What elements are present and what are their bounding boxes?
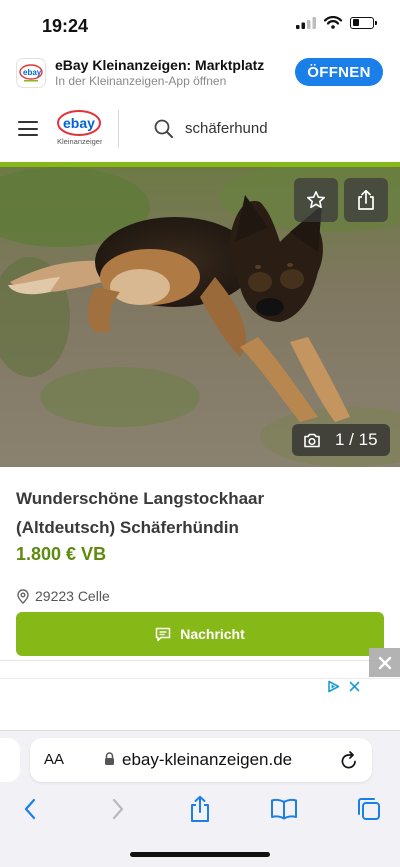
- listing-location: 29223 Celle: [17, 588, 110, 604]
- address-bar[interactable]: AA ebay-kleinanzeigen.de: [30, 738, 372, 782]
- location-pin-icon: [17, 588, 29, 604]
- location-text: 29223 Celle: [35, 588, 110, 604]
- chevron-right-icon: [112, 798, 124, 820]
- star-icon: [307, 191, 325, 209]
- listing-photo[interactable]: [0, 167, 400, 467]
- ad-choices[interactable]: [327, 680, 360, 693]
- svg-text:ebay: ebay: [63, 115, 95, 131]
- url-text: ebay-kleinanzeigen.de: [122, 750, 293, 769]
- status-bar: 19:24: [0, 0, 400, 50]
- photo-counter[interactable]: 1 / 15: [292, 424, 390, 456]
- app-banner-subtitle: In der Kleinanzeigen-App öffnen: [55, 74, 227, 88]
- svg-text:ebay: ebay: [23, 68, 42, 77]
- reader-settings-button[interactable]: AA: [44, 751, 64, 768]
- svg-text:Kleinanzeigen: Kleinanzeigen: [57, 137, 102, 146]
- wifi-icon: [324, 16, 342, 29]
- message-button[interactable]: Nachricht: [16, 612, 384, 656]
- share-icon: [191, 795, 209, 822]
- dog-photo-image: [0, 167, 400, 467]
- tabs-button[interactable]: [355, 794, 383, 824]
- site-header: ebay Kleinanzeigen schäferhund: [0, 96, 400, 162]
- battery-icon: [350, 16, 377, 29]
- ad-close-button[interactable]: [369, 648, 400, 677]
- ebay-kleinanzeigen-logo[interactable]: ebay Kleinanzeigen: [56, 109, 102, 147]
- listing-title: Wunderschöne Langstockhaar (Altdeutsch) …: [16, 489, 265, 537]
- bookmarks-button[interactable]: [268, 794, 300, 824]
- favorite-button[interactable]: [294, 178, 338, 222]
- ad-divider: [0, 660, 370, 661]
- share-page-button[interactable]: [186, 794, 214, 824]
- chevron-left-icon: [24, 798, 36, 820]
- close-icon: [378, 656, 391, 669]
- status-time: 19:24: [42, 16, 89, 36]
- menu-icon[interactable]: [18, 121, 38, 136]
- lock-icon: [105, 752, 114, 765]
- previous-tab-preview[interactable]: [0, 738, 20, 782]
- app-banner[interactable]: ebay eBay Kleinanzeigen: Marktplatz In d…: [0, 50, 400, 97]
- adchoices-icon[interactable]: [327, 680, 340, 693]
- open-app-button[interactable]: ÖFFNEN: [295, 58, 383, 86]
- header-divider: [118, 110, 119, 148]
- cellular-signal-icon: [296, 16, 316, 29]
- tabs-icon: [358, 798, 380, 820]
- message-icon: [155, 627, 171, 641]
- share-button[interactable]: [344, 178, 388, 222]
- app-banner-title: eBay Kleinanzeigen: Marktplatz: [55, 57, 265, 73]
- message-button-label: Nachricht: [180, 626, 245, 642]
- back-button[interactable]: [18, 794, 42, 824]
- listing-price: 1.800 € VB: [16, 544, 107, 564]
- ebay-kleinanzeigen-app-icon: ebay: [16, 58, 46, 88]
- home-indicator: [130, 852, 270, 857]
- forward-button[interactable]: [106, 794, 130, 824]
- search-input[interactable]: schäferhund: [185, 120, 268, 137]
- search-icon[interactable]: [154, 119, 174, 139]
- status-icons: [296, 16, 377, 29]
- share-icon: [358, 189, 374, 210]
- photo-counter-text: 1 / 15: [335, 430, 378, 449]
- ad-dismiss-icon[interactable]: [349, 681, 360, 692]
- book-icon: [271, 798, 297, 820]
- reload-icon[interactable]: [340, 750, 358, 770]
- camera-icon: [303, 433, 321, 448]
